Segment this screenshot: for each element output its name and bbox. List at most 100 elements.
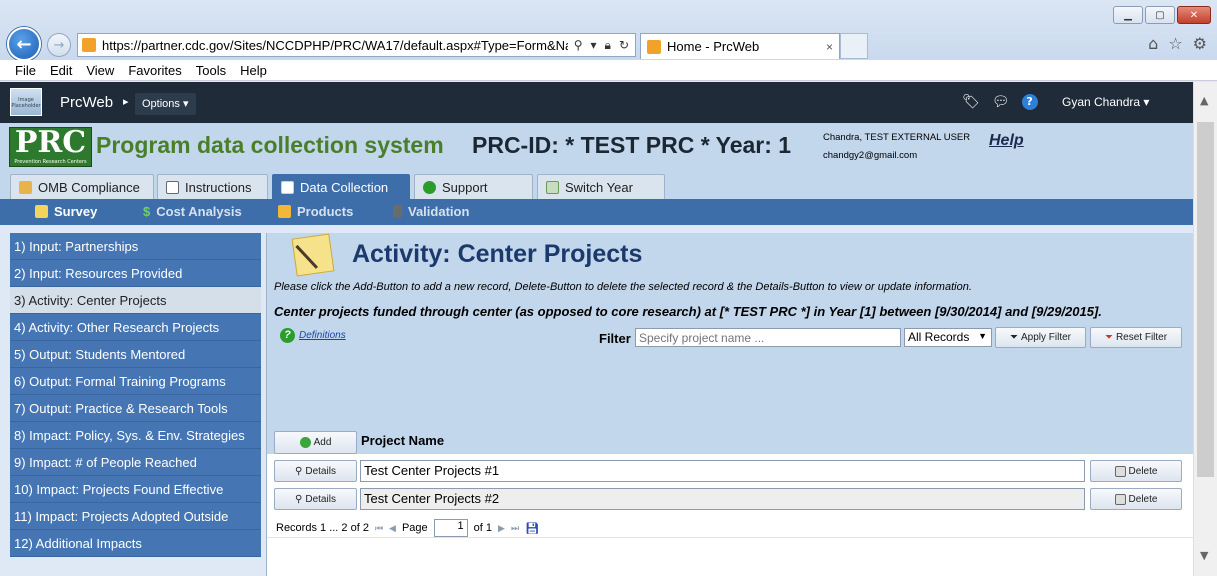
browser-tab[interactable]: Home - PrcWeb ×	[640, 33, 840, 59]
dropdown-icon[interactable]: ▾	[591, 38, 597, 53]
sidebar-item-center-projects[interactable]: 3) Activity: Center Projects	[10, 287, 261, 314]
book-icon	[166, 180, 179, 194]
definitions-help-icon[interactable]: ?	[280, 328, 295, 343]
prc-id: PRC-ID: * TEST PRC * Year: 1	[472, 132, 792, 158]
sidebar-item-effective[interactable]: 10) Impact: Projects Found Effective	[10, 476, 261, 503]
project-name-field[interactable]: Test Center Projects #1	[360, 460, 1085, 482]
tag-icon[interactable]: 🏷︎	[962, 94, 980, 110]
menu-view[interactable]: View	[86, 63, 114, 78]
sidebar-item-training[interactable]: 6) Output: Formal Training Programs	[10, 368, 261, 395]
tab-switch-year[interactable]: Switch Year	[537, 174, 665, 199]
vertical-scrollbar[interactable]: ▲ ▼	[1193, 82, 1217, 576]
scroll-down-icon[interactable]: ▼	[1200, 549, 1208, 562]
user-info: Chandra, TEST EXTERNAL USER chandgy2@gma…	[823, 129, 970, 165]
next-page-icon[interactable]: ▶	[498, 523, 505, 534]
new-tab-button[interactable]	[840, 33, 868, 59]
reset-funnel-icon: ⏷	[1104, 332, 1113, 343]
address-url[interactable]: https://partner.cdc.gov/Sites/NCCDPHP/PR…	[102, 38, 568, 53]
back-arrow-icon[interactable]: ←	[7, 27, 41, 61]
app-name[interactable]: PrcWeb	[60, 94, 113, 111]
menu-edit[interactable]: Edit	[50, 63, 72, 78]
filter-input[interactable]	[635, 328, 901, 347]
subtab-products[interactable]: Products	[278, 204, 353, 219]
forward-arrow-icon[interactable]: →	[47, 33, 71, 57]
help-link[interactable]: Help	[989, 132, 1024, 150]
details-button[interactable]: ⚲ Details	[274, 460, 357, 482]
switch-icon	[546, 180, 559, 194]
scroll-thumb[interactable]	[1197, 122, 1214, 477]
sidebar-item-tools[interactable]: 7) Output: Practice & Research Tools	[10, 395, 261, 422]
tab-close-icon[interactable]: ×	[826, 40, 833, 54]
instructions-text: Please click the Add-Button to add a new…	[274, 281, 972, 293]
magnifier-icon: ⚲	[295, 465, 303, 477]
details-button[interactable]: ⚲ Details	[274, 488, 357, 510]
subtab-cost-analysis[interactable]: $ Cost Analysis	[143, 204, 242, 219]
dollar-icon: $	[143, 204, 151, 219]
prev-page-icon[interactable]: ◀	[389, 523, 396, 534]
search-icon[interactable]: ⚲	[574, 38, 583, 53]
app-logo[interactable]: Image Placeholder	[10, 88, 42, 116]
maximize-icon[interactable]: ▢	[1145, 6, 1175, 24]
minimize-icon[interactable]: ▁	[1113, 6, 1143, 24]
delete-button[interactable]: Delete	[1090, 460, 1182, 482]
subtab-validation[interactable]: Validation	[393, 204, 469, 219]
page-number-input[interactable]: 1	[433, 519, 468, 537]
subtab-survey[interactable]: Survey	[35, 204, 97, 219]
sidebar-item-resources[interactable]: 2) Input: Resources Provided	[10, 260, 261, 287]
definitions: ? Definitions	[280, 328, 346, 343]
options-menu-button[interactable]: Options ▾	[135, 93, 196, 115]
chat-icon[interactable]: 💬︎	[992, 94, 1010, 110]
add-button[interactable]: Add	[274, 431, 357, 454]
tab-favicon-icon	[647, 39, 661, 54]
sidebar-item-additional[interactable]: 12) Additional Impacts	[10, 530, 261, 557]
first-page-icon[interactable]: ⏮	[375, 523, 383, 534]
menu-tools[interactable]: Tools	[196, 63, 226, 78]
tab-label: Instructions	[185, 179, 252, 195]
sidebar-item-people-reached[interactable]: 9) Impact: # of People Reached	[10, 449, 261, 476]
apply-filter-button[interactable]: ⏷ Apply Filter	[995, 327, 1086, 348]
refresh-icon[interactable]: ↻	[619, 38, 629, 53]
sidebar-item-adopted[interactable]: 11) Impact: Projects Adopted Outside	[10, 503, 261, 530]
menu-help[interactable]: Help	[240, 63, 267, 78]
tab-label: Switch Year	[565, 179, 633, 195]
sidebar-item-other-research[interactable]: 4) Activity: Other Research Projects	[10, 314, 261, 341]
window-controls: ▁ ▢ ✕	[1113, 6, 1211, 24]
help-question-icon[interactable]: ?	[1021, 94, 1038, 110]
delete-button[interactable]: Delete	[1090, 488, 1182, 510]
sidebar-item-partnerships[interactable]: 1) Input: Partnerships	[10, 233, 261, 260]
tab-omb-compliance[interactable]: OMB Compliance	[10, 174, 154, 199]
tab-instructions[interactable]: Instructions	[157, 174, 268, 199]
site-favicon-icon	[82, 38, 96, 52]
home-icon[interactable]: ⌂	[1148, 34, 1158, 53]
sidebar: 1) Input: Partnerships 2) Input: Resourc…	[10, 233, 261, 557]
tab-data-collection[interactable]: Data Collection	[272, 174, 410, 199]
last-page-icon[interactable]: ⏭	[511, 523, 519, 534]
save-disk-icon[interactable]: 💾︎	[525, 522, 539, 535]
menu-favorites[interactable]: Favorites	[128, 63, 181, 78]
sidebar-item-students[interactable]: 5) Output: Students Mentored	[10, 341, 261, 368]
tab-support[interactable]: Support	[414, 174, 533, 199]
magnifier-icon: ⚲	[295, 493, 303, 505]
sidebar-item-policy[interactable]: 8) Impact: Policy, Sys. & Env. Strategie…	[10, 422, 261, 449]
filter-select[interactable]: All Records ▼	[904, 328, 992, 347]
tab-label: OMB Compliance	[38, 179, 140, 195]
filter-label: Filter	[599, 331, 631, 346]
close-window-icon[interactable]: ✕	[1177, 6, 1211, 24]
project-name-field[interactable]: Test Center Projects #2	[360, 488, 1085, 510]
validation-book-icon	[393, 205, 402, 218]
user-menu[interactable]: Gyan Chandra ▾	[1062, 95, 1149, 109]
tab-label: Data Collection	[300, 179, 389, 195]
lock-icon[interactable]: 🔒︎	[605, 38, 611, 53]
address-bar[interactable]: https://partner.cdc.gov/Sites/NCCDPHP/PR…	[77, 33, 636, 57]
add-plus-icon	[299, 437, 311, 448]
favorites-star-icon[interactable]: ☆	[1168, 34, 1182, 53]
options-label: Options	[142, 98, 180, 110]
browser-menubar: File Edit View Favorites Tools Help	[0, 60, 1217, 81]
definitions-link[interactable]: Definitions	[299, 330, 346, 341]
reset-filter-button[interactable]: ⏷ Reset Filter	[1090, 327, 1182, 348]
scroll-up-icon[interactable]: ▲	[1200, 94, 1208, 107]
user-name: Gyan Chandra	[1062, 95, 1141, 109]
settings-gear-icon[interactable]: ⚙	[1193, 34, 1207, 53]
user-info-name: Chandra, TEST EXTERNAL USER	[823, 132, 971, 143]
menu-file[interactable]: File	[15, 63, 36, 78]
